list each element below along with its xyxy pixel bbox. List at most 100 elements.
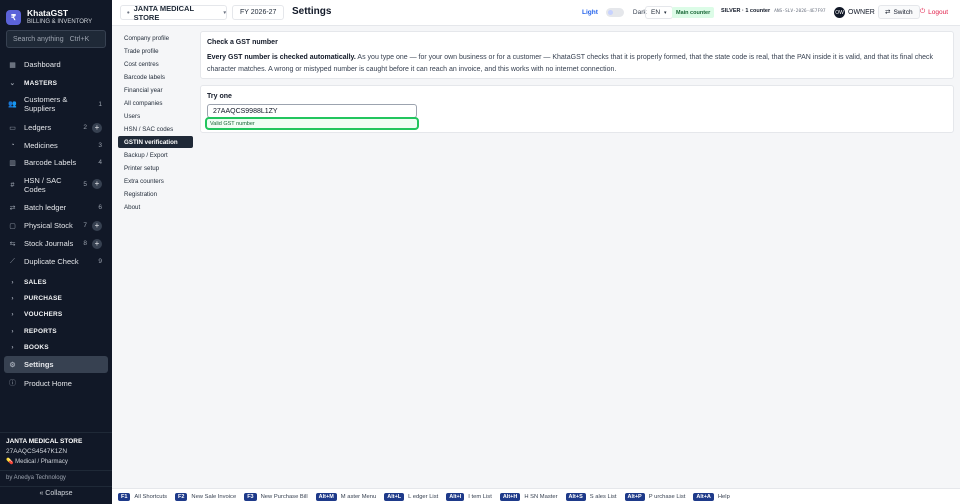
gst-number-input[interactable]: 27AAQCS9988L1ZY	[207, 104, 417, 118]
subnav-hsn-sac-codes[interactable]: HSN / SAC codes	[118, 123, 193, 135]
subnav-trade-profile[interactable]: Trade profile	[118, 45, 193, 57]
users-icon: 👥	[8, 100, 17, 108]
subnav-about[interactable]: About	[118, 201, 193, 213]
subnav-printer-setup[interactable]: Printer setup	[118, 162, 193, 174]
section-label: PURCHASE	[24, 295, 63, 302]
user-menu[interactable]: OW OWNER	[834, 7, 875, 18]
switch-label: Switch	[893, 8, 913, 16]
license-key: ANS-SLV-2026-4E7F97	[774, 8, 826, 14]
license-tier: SILVER · 1 counter	[721, 8, 771, 14]
search-input[interactable]: Search anything Ctrl+K	[6, 30, 106, 48]
sidebar-item-label: Batch ledger	[24, 203, 67, 212]
shortcut-key: F3	[244, 492, 257, 501]
wand-icon: ⟋	[10, 257, 15, 265]
subnav-extra-counters[interactable]: Extra counters	[118, 175, 193, 187]
dot-icon: •	[127, 8, 130, 17]
section-label: SALES	[24, 279, 47, 286]
section-vouchers[interactable]: › VOUCHERS	[4, 311, 62, 318]
sidebar-item-count: 8	[83, 240, 87, 247]
subnav-registration[interactable]: Registration	[118, 188, 193, 200]
sidebar-item-medicines[interactable]: ◔ Medicines 3	[4, 141, 106, 150]
chevron-right-icon: ›	[11, 344, 14, 351]
logout-label: Logout	[928, 8, 949, 16]
sidebar-item-product-home[interactable]: ⓘ Product Home	[4, 378, 106, 388]
sidebar-item-ledgers[interactable]: ▭ Ledgers 2 +	[4, 122, 106, 133]
sidebar-item-barcode-labels[interactable]: ▥ Barcode Labels 4	[4, 158, 106, 167]
shortcut-master-menu[interactable]: Alt+M M aster Menu	[315, 492, 376, 501]
shortcut-new-purchase[interactable]: F3 New Purchase Bill	[244, 492, 308, 501]
chevron-right-icon: ›	[11, 328, 14, 335]
shortcut-key: Alt+L	[384, 492, 405, 501]
subnav-backup-export[interactable]: Backup / Export	[118, 149, 193, 161]
section-purchase[interactable]: › PURCHASE	[4, 295, 62, 302]
chevron-down-icon: ⌄	[9, 80, 16, 87]
store-info: JANTA MEDICAL STORE 27AAQCS4547K1ZN 💊 Me…	[6, 438, 106, 465]
sidebar-item-customers[interactable]: 👥 Customers & Suppliers 1	[4, 95, 106, 113]
sidebar-item-label: Product Home	[24, 378, 72, 388]
brand[interactable]: ₹ KhataGST BILLING & INVENTORY	[0, 0, 112, 28]
user-role: OWNER	[848, 9, 875, 16]
subnav-financial-year[interactable]: Financial year	[118, 84, 193, 96]
language-selector[interactable]: EN ▾	[645, 6, 673, 19]
store-gstin: 27AAQCS4547K1ZN	[6, 448, 68, 455]
subnav-company-profile[interactable]: Company profile	[118, 32, 193, 44]
add-physical-stock-button[interactable]: +	[92, 220, 102, 231]
pharmacy-icon: 💊	[6, 459, 14, 465]
section-masters[interactable]: ⌄ MASTERS	[4, 79, 57, 87]
sidebar-item-settings-label[interactable]: ⚙ Settings	[4, 360, 106, 369]
subnav-gstin-verification[interactable]: GSTIN verification	[118, 136, 193, 148]
add-ledger-button[interactable]: +	[92, 122, 102, 133]
logout-button[interactable]: ⏻ Logout	[916, 5, 952, 19]
shortcut-help[interactable]: Alt+A Help	[693, 492, 730, 501]
book-icon: ▭	[9, 124, 16, 132]
shortcut-hsn-master[interactable]: Alt+H H SN Master	[499, 492, 558, 501]
chevron-right-icon: ›	[11, 295, 14, 302]
section-sales[interactable]: › SALES	[4, 279, 47, 286]
collapse-button[interactable]: « Collapse	[0, 490, 112, 497]
shortcut-all[interactable]: F1 All Shortcuts	[118, 492, 167, 501]
section-books[interactable]: › BOOKS	[4, 344, 49, 351]
journal-icon: ⇆	[9, 240, 16, 248]
subnav-users[interactable]: Users	[118, 110, 193, 122]
shortcut-new-sale[interactable]: F2 New Sale Invoice	[174, 492, 236, 501]
shortcut-item-list[interactable]: Alt+I I tem List	[446, 492, 492, 501]
shortcut-key: F2	[174, 492, 188, 501]
sidebar-item-dashboard[interactable]: ▦ Dashboard	[4, 60, 106, 69]
add-hsn-button[interactable]: +	[92, 179, 102, 189]
sidebar-item-count: 3	[98, 142, 102, 149]
fy-selector[interactable]: FY 2026-27	[232, 5, 285, 20]
shortcut-ledger-list[interactable]: Alt+L L edger List	[384, 492, 438, 501]
shortcut-label: S ales List	[589, 493, 617, 500]
sidebar-item-label: Customers & Suppliers	[24, 95, 68, 113]
sidebar-item-hsn-sac[interactable]: # HSN / SAC Codes 5 +	[4, 176, 106, 194]
add-stock-journal-button[interactable]: +	[92, 238, 102, 249]
switch-button[interactable]: ⇄ Switch	[878, 5, 920, 19]
sidebar-item-batch-ledger[interactable]: ⇄ Batch ledger 6	[4, 203, 106, 212]
subnav-cost-centres[interactable]: Cost centres	[118, 58, 193, 70]
shortcut-sales-list[interactable]: Alt+S S ales List	[565, 492, 617, 501]
divider	[0, 486, 112, 487]
shortcut-bar: F1 All Shortcuts F2 New Sale Invoice F3 New…	[112, 488, 960, 504]
license-info: SILVER · 1 counter ANS-SLV-2026-4E7F97	[721, 8, 826, 14]
sidebar-item-physical-stock[interactable]: ▢ Physical Stock 7 +	[4, 220, 106, 231]
theme-toggle[interactable]	[605, 8, 624, 17]
sidebar-item-label: Duplicate Check	[24, 257, 79, 266]
subnav-all-companies[interactable]: All companies	[118, 97, 193, 109]
shortcut-label: All Shortcuts	[134, 493, 167, 500]
shortcut-key: Alt+P	[624, 492, 645, 501]
brand-name: KhataGST	[27, 7, 69, 18]
shortcut-label: Help	[717, 493, 730, 500]
shortcut-key: Alt+A	[693, 492, 714, 501]
store-selector[interactable]: • JANTA MEDICAL STORE ▾	[120, 4, 227, 22]
section-reports[interactable]: › REPORTS	[4, 328, 57, 335]
chevron-down-icon: ▾	[664, 9, 667, 16]
shortcut-purchase-list[interactable]: Alt+P P urchase List	[624, 492, 685, 501]
shortcut-key: Alt+S	[565, 492, 586, 501]
sidebar-item-duplicate-check[interactable]: ⟋ Duplicate Check 9	[4, 257, 106, 266]
sidebar-item-stock-journals[interactable]: ⇆ Stock Journals 8 +	[4, 238, 106, 249]
shortcut-key: F1	[118, 492, 131, 501]
gst-status-message: Valid GST number	[205, 117, 419, 130]
subnav-barcode-labels[interactable]: Barcode labels	[118, 71, 193, 83]
theme-light-label: Light	[582, 9, 598, 16]
search-shortcut: Ctrl+K	[69, 35, 90, 43]
